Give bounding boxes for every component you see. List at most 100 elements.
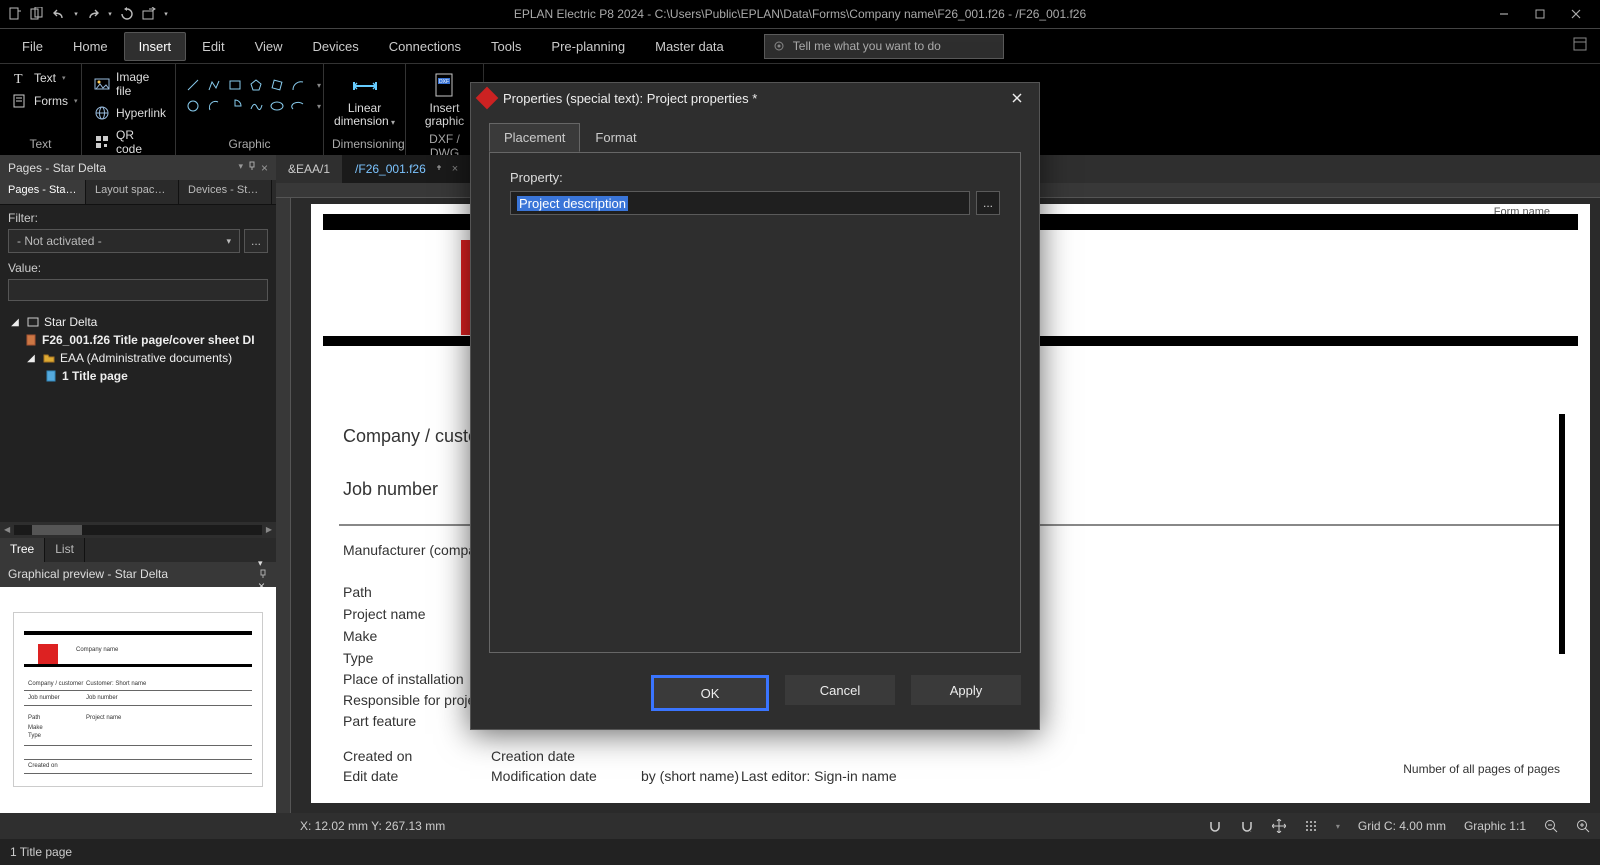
panel-dropdown-icon[interactable]: ▾ xyxy=(258,558,263,568)
menu-tools[interactable]: Tools xyxy=(477,33,535,60)
zoom-in-icon[interactable] xyxy=(1576,819,1590,833)
preview-thumbnail[interactable]: Company name Company / customer Customer… xyxy=(13,612,263,787)
subtab-layout[interactable]: Layout space -... xyxy=(87,180,179,204)
move-icon[interactable] xyxy=(1272,819,1286,833)
menu-preplanning[interactable]: Pre-planning xyxy=(537,33,639,60)
tree-tab-list[interactable]: List xyxy=(45,538,85,562)
value-label: Value: xyxy=(8,261,268,275)
menu-home[interactable]: Home xyxy=(59,33,122,60)
multi-page-icon[interactable] xyxy=(28,5,46,23)
spline-tool-icon[interactable] xyxy=(247,97,265,115)
arc-tool-icon[interactable] xyxy=(289,76,307,94)
rotated-rect-tool-icon[interactable] xyxy=(268,76,286,94)
undo-dropdown-icon[interactable]: ▾ xyxy=(72,5,80,23)
value-section: Value: xyxy=(0,259,276,307)
doc-type: Type xyxy=(343,650,373,666)
panel-dropdown-icon[interactable]: ▾ xyxy=(238,161,243,175)
tree-node-titlepage[interactable]: 1 Title page xyxy=(4,367,272,385)
ribbon-hyperlink-button[interactable]: Hyperlink xyxy=(90,103,167,123)
arc-center-tool-icon[interactable] xyxy=(205,97,223,115)
panel-close-icon[interactable]: × xyxy=(261,161,268,175)
line-tool-icon[interactable] xyxy=(184,76,202,94)
tree-node-f26[interactable]: F26_001.f26 Title page/cover sheet DI xyxy=(4,331,272,349)
dialog-tab-placement[interactable]: Placement xyxy=(489,123,580,152)
project-icon xyxy=(26,315,40,329)
menu-edit[interactable]: Edit xyxy=(188,33,238,60)
grid-icon[interactable] xyxy=(1304,819,1318,833)
value-input[interactable] xyxy=(8,279,268,301)
ribbon-forms-button[interactable]: Forms ▾ xyxy=(8,91,73,111)
ribbon-group-graphic: ▾ ▾ Graphic xyxy=(176,64,324,156)
dialog-titlebar[interactable]: Properties (special text): Project prope… xyxy=(471,83,1039,113)
property-input[interactable]: Project description xyxy=(510,191,970,215)
undo-icon[interactable] xyxy=(50,5,68,23)
pages-tree[interactable]: ◢ Star Delta F26_001.f26 Title page/cove… xyxy=(0,307,276,522)
new-page-icon[interactable] xyxy=(6,5,24,23)
close-button[interactable] xyxy=(1558,0,1594,28)
tree-tab-tree[interactable]: Tree xyxy=(0,538,45,562)
redo-dropdown-icon[interactable]: ▾ xyxy=(106,5,114,23)
property-browse-button[interactable]: ... xyxy=(976,191,1000,215)
zoom-out-icon[interactable] xyxy=(1544,819,1558,833)
document-tab-label: &EAA/1 xyxy=(288,162,330,176)
doc-project-name: Project name xyxy=(343,606,425,622)
scrollbar-track[interactable] xyxy=(14,525,262,535)
subtab-pages[interactable]: Pages - Star D... xyxy=(0,180,86,204)
menu-file[interactable]: File xyxy=(8,33,57,60)
minimize-button[interactable] xyxy=(1486,0,1522,28)
box-arrow-icon[interactable] xyxy=(140,5,158,23)
close-tab-icon[interactable]: × xyxy=(452,163,458,175)
svg-text:DXF: DXF xyxy=(439,79,449,85)
snap2-icon[interactable]: : xyxy=(1240,819,1254,833)
ribbon-text-button[interactable]: T Text ▾ xyxy=(8,68,73,88)
menu-masterdata[interactable]: Master data xyxy=(641,33,738,60)
rectangle-tool-icon[interactable] xyxy=(226,76,244,94)
tree-node-eaa[interactable]: ◢ EAA (Administrative documents) xyxy=(4,349,272,367)
filter-select[interactable]: - Not activated - ▾ xyxy=(8,229,240,253)
ribbon-linear-dimension-button[interactable]: Lineardimension ▾ xyxy=(332,68,397,132)
circle-tool-icon[interactable] xyxy=(184,97,202,115)
image-icon xyxy=(94,76,110,92)
collapse-icon[interactable]: ◢ xyxy=(24,351,38,365)
snap-icon[interactable] xyxy=(1208,819,1222,833)
pin-icon[interactable] xyxy=(434,164,444,174)
document-tab-eaa1[interactable]: &EAA/1 xyxy=(276,155,343,183)
filter-label: Filter: xyxy=(8,211,268,225)
search-box[interactable]: Tell me what you want to do xyxy=(764,34,1004,59)
ellipse-arc-tool-icon[interactable] xyxy=(289,97,307,115)
maximize-button[interactable] xyxy=(1522,0,1558,28)
tree-scrollbar[interactable]: ◀ ▶ xyxy=(0,522,276,538)
scroll-right-icon[interactable]: ▶ xyxy=(266,525,272,534)
ok-button[interactable]: OK xyxy=(651,675,769,711)
cancel-button[interactable]: Cancel xyxy=(785,675,895,705)
grid-dropdown-icon[interactable]: ▾ xyxy=(1336,822,1340,831)
menu-view[interactable]: View xyxy=(241,33,297,60)
document-tab-f26[interactable]: /F26_001.f26 × xyxy=(343,155,471,183)
scrollbar-thumb[interactable] xyxy=(32,525,82,535)
collapse-icon[interactable]: ◢ xyxy=(8,315,22,329)
menu-devices[interactable]: Devices xyxy=(299,33,373,60)
polyline-tool-icon[interactable] xyxy=(205,76,223,94)
menu-connections[interactable]: Connections xyxy=(375,33,475,60)
ribbon-insert-graphic-button[interactable]: DXF Insertgraphic xyxy=(414,68,475,132)
scroll-left-icon[interactable]: ◀ xyxy=(4,525,10,534)
panel-pin-icon[interactable] xyxy=(258,569,268,579)
apply-button[interactable]: Apply xyxy=(911,675,1021,705)
tree-root[interactable]: ◢ Star Delta xyxy=(4,313,272,331)
collapse-ribbon-icon[interactable] xyxy=(1572,36,1592,56)
ribbon-qrcode-button[interactable]: QR code xyxy=(90,126,167,158)
ribbon-imagefile-button[interactable]: Image file xyxy=(90,68,167,100)
ribbon-text-label: Text xyxy=(34,71,56,85)
dialog-tab-format[interactable]: Format xyxy=(580,123,651,152)
qat-dropdown-icon[interactable]: ▾ xyxy=(162,5,170,23)
menu-insert[interactable]: Insert xyxy=(124,32,187,61)
sector-tool-icon[interactable] xyxy=(226,97,244,115)
filter-browse-button[interactable]: ... xyxy=(244,229,268,253)
polygon-tool-icon[interactable] xyxy=(247,76,265,94)
dialog-close-button[interactable] xyxy=(1003,88,1031,108)
panel-pin-icon[interactable] xyxy=(247,161,257,175)
ellipse-tool-icon[interactable] xyxy=(268,97,286,115)
subtab-devices[interactable]: Devices - Star ... xyxy=(180,180,272,204)
refresh-icon[interactable] xyxy=(118,5,136,23)
redo-icon[interactable] xyxy=(84,5,102,23)
